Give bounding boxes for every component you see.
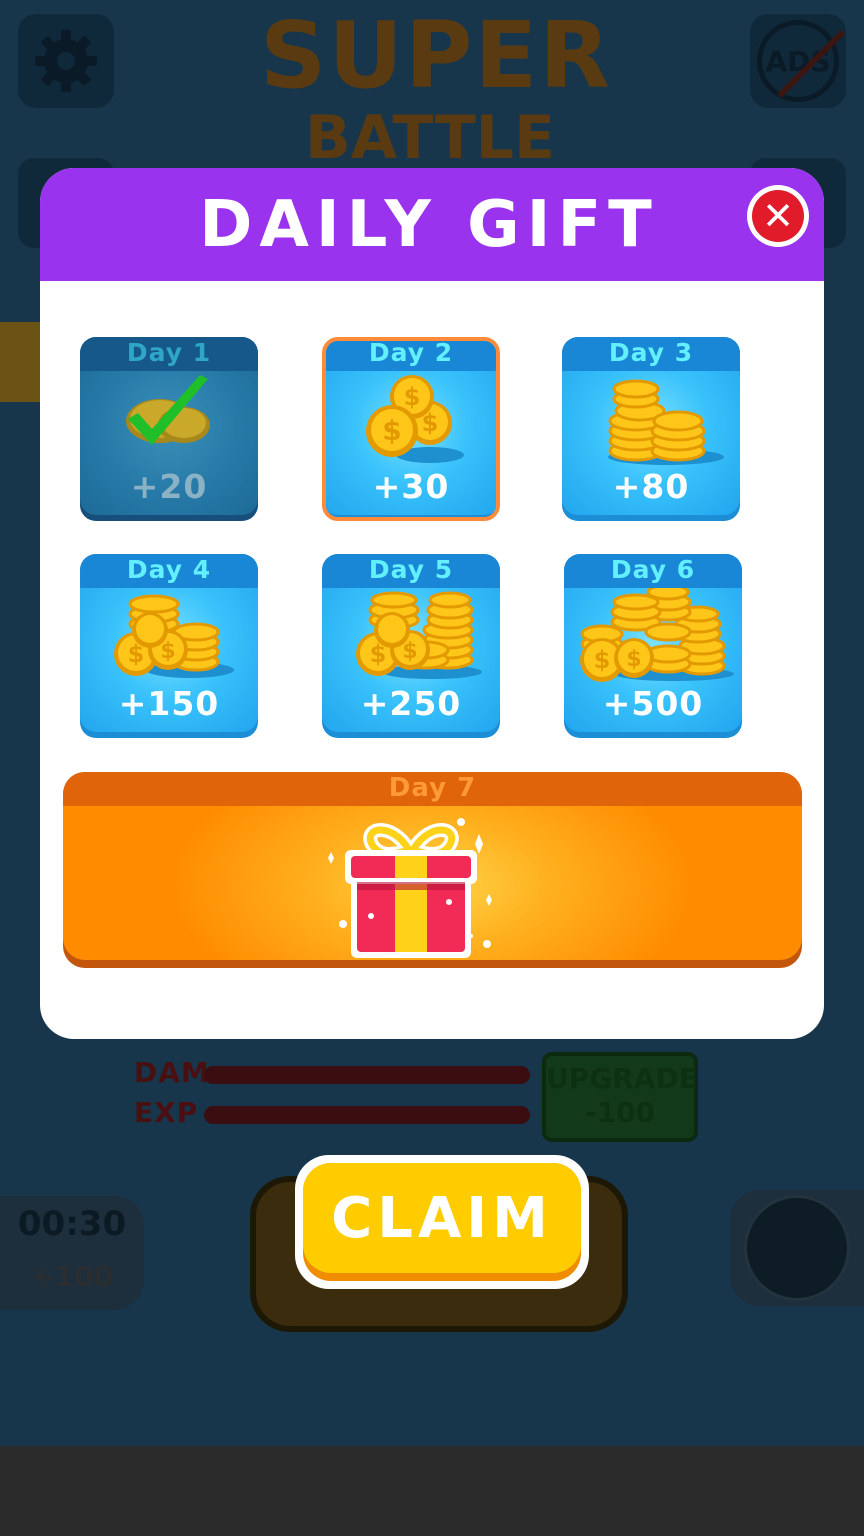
settings-button (18, 14, 114, 108)
day-label: Day 1 (80, 337, 258, 371)
day-label: Day 6 (564, 554, 742, 588)
svg-text:$: $ (594, 646, 611, 674)
day-card-face: Day 1 +20 (80, 337, 258, 515)
day-amount: +150 (118, 684, 220, 723)
game-title-line2: BATTLE (305, 103, 555, 173)
claim-button-label: CLAIM (303, 1163, 581, 1273)
day-card-face: Day 3 +80 (562, 337, 740, 515)
day-card-3[interactable]: Day 3 +80 (562, 337, 740, 521)
day-card-face: Day 2 $ $ $ +30 (326, 341, 496, 515)
upgrade-cost: -100 (584, 1095, 656, 1129)
coin-pile-large-icon: $ $ (356, 591, 482, 679)
gear-icon (35, 30, 97, 92)
stat-label-dam: DAM (134, 1056, 210, 1089)
svg-text:$: $ (404, 383, 421, 411)
svg-text:$: $ (382, 414, 401, 447)
stat-bar-exp (204, 1106, 530, 1124)
compass-button (730, 1190, 864, 1306)
day-label: Day 4 (80, 554, 258, 588)
bottom-bar (0, 1446, 864, 1536)
day-label: Day 3 (562, 337, 740, 371)
no-ads-button: ADS (750, 14, 846, 108)
day-amount: +250 (360, 684, 462, 723)
day-card-5[interactable]: Day 5 $ $ +250 (322, 554, 500, 738)
daily-gift-modal: DAILY GIFT Day 1 +20 Day 2 $ $ $ +30 Day… (40, 168, 824, 1039)
day-label: Day 2 (326, 341, 496, 371)
ads-label: ADS (765, 44, 831, 78)
compass-icon (744, 1195, 850, 1301)
day-label: Day 5 (322, 554, 500, 588)
upgrade-label: UPGRADE (546, 1062, 698, 1095)
coin-pile-huge-icon: $ $ (580, 588, 734, 682)
day-card-face: Day 5 $ $ +250 (322, 554, 500, 732)
close-icon: ✕ (752, 190, 804, 242)
claim-button[interactable]: CLAIM (295, 1155, 589, 1289)
timer-reward: +100 (31, 1260, 113, 1293)
day7-label: Day 7 (63, 772, 802, 806)
reward-timer: 00:30 +100 (0, 1196, 144, 1310)
stat-bar-dam (204, 1066, 530, 1084)
upgrade-button: UPGRADE -100 (542, 1052, 698, 1142)
svg-text:$: $ (626, 647, 641, 672)
day7-face: Day 7 (63, 772, 802, 960)
coin-stack-small-icon (608, 379, 724, 465)
coins-small-icon: $ $ $ (366, 375, 464, 463)
game-title: SUPER BATTLE (260, 2, 613, 173)
coin-pile-icon: $ $ (114, 594, 234, 678)
day-card-face: Day 6 $ $ +500 (564, 554, 742, 732)
day-amount: +500 (602, 684, 704, 723)
timer-text: 00:30 (17, 1204, 127, 1244)
stat-label-exp: EXP (134, 1096, 199, 1129)
close-button[interactable]: ✕ (747, 185, 809, 247)
coins-checkmark-icon (126, 375, 210, 445)
day-card-6[interactable]: Day 6 $ $ +500 (564, 554, 742, 738)
day-card-2[interactable]: Day 2 $ $ $ +30 (322, 337, 500, 521)
gift-box-icon (328, 818, 492, 958)
day-card-4[interactable]: Day 4 $ $ +150 (80, 554, 258, 738)
day-card-1[interactable]: Day 1 +20 (80, 337, 258, 521)
no-ads-icon: ADS (757, 20, 839, 102)
day-amount: +80 (612, 467, 690, 506)
day-card-7[interactable]: Day 7 (63, 772, 802, 968)
game-title-line1: SUPER (260, 2, 613, 109)
modal-title: DAILY GIFT (199, 187, 659, 262)
modal-header: DAILY GIFT (40, 168, 824, 281)
day-card-face: Day 4 $ $ +150 (80, 554, 258, 732)
claim-button-shadow: CLAIM (303, 1163, 581, 1281)
day-amount: +20 (130, 467, 208, 506)
day-amount: +30 (372, 467, 450, 506)
